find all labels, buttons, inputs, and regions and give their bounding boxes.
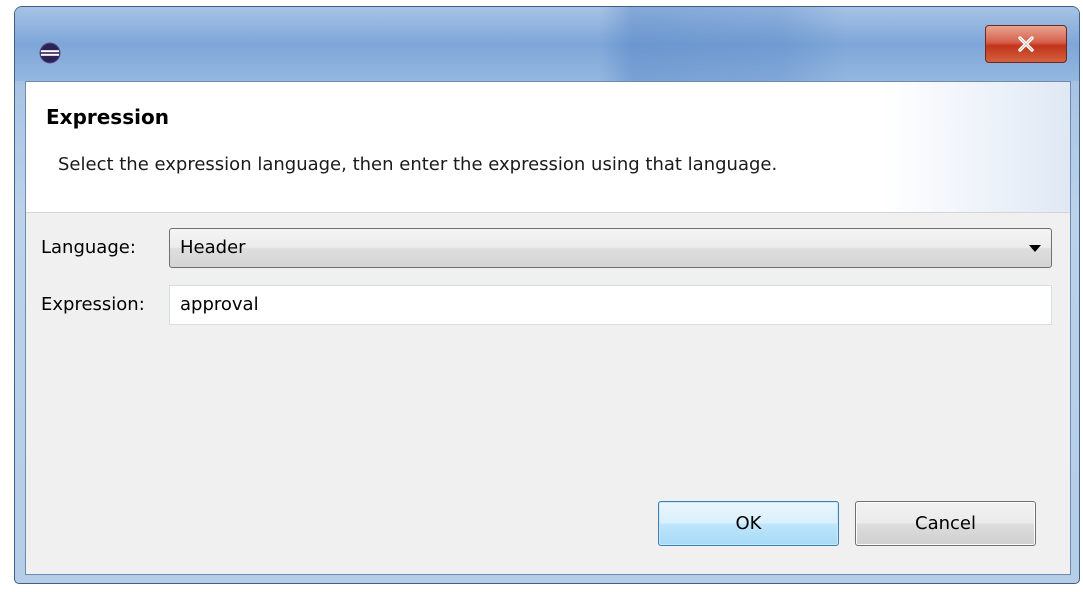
dialog-content: Expression Select the expression languag… [25,81,1071,575]
dialog-header: Expression Select the expression languag… [26,82,1070,213]
dialog-description: Select the expression language, then ent… [58,154,778,175]
eclipse-icon [39,42,61,64]
language-select[interactable]: Header [169,228,1052,268]
ok-button[interactable]: OK [658,501,839,546]
language-label: Language: [41,237,136,258]
dialog-window: Expression Select the expression languag… [14,6,1080,584]
chevron-down-icon [1029,245,1041,252]
cancel-button[interactable]: Cancel [855,501,1036,546]
dialog-title: Expression [46,105,169,129]
expression-input-value: approval [180,294,259,315]
close-icon [1016,34,1036,54]
close-button[interactable] [985,25,1067,63]
expression-label: Expression: [41,294,145,315]
title-bar[interactable] [15,7,1079,81]
language-select-value: Header [180,237,246,258]
expression-input[interactable]: approval [169,285,1052,325]
